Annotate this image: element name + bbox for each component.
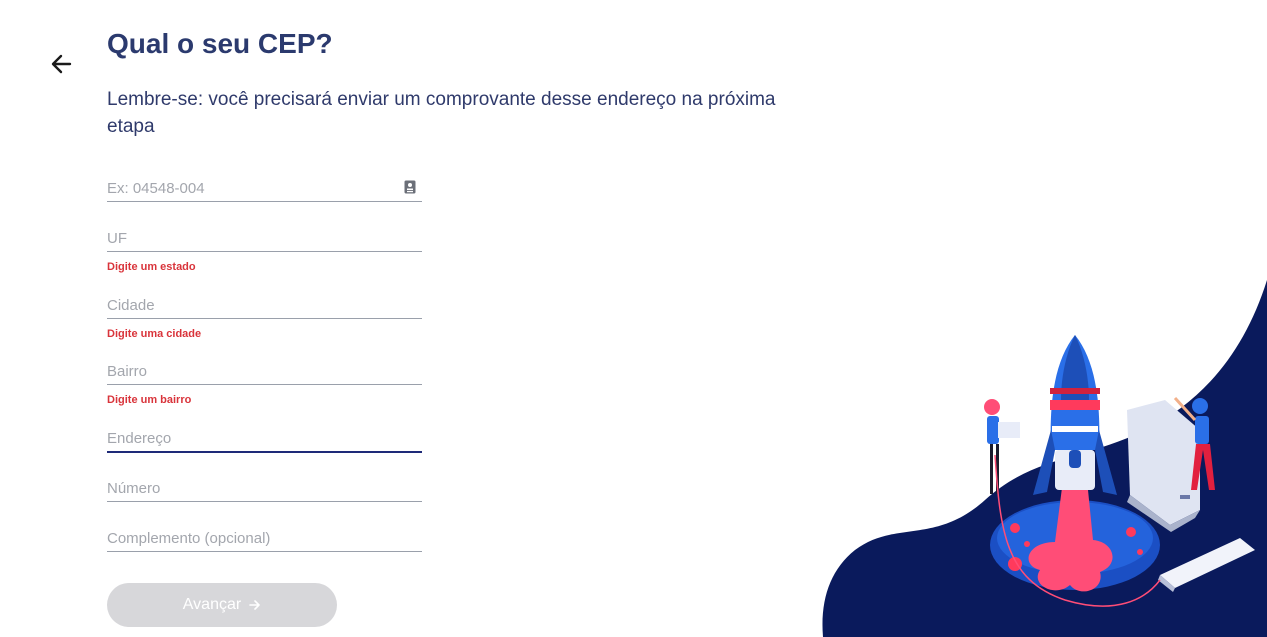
page-subtitle: Lembre-se: você precisará enviar um comp… bbox=[107, 89, 776, 137]
page-title: Qual o seu CEP? bbox=[107, 28, 333, 59]
endereco-field-group bbox=[107, 430, 422, 453]
uf-input[interactable] bbox=[107, 230, 422, 252]
uf-error-message: Digite um estado bbox=[107, 261, 196, 273]
cidade-field-group: Digite uma cidade bbox=[107, 297, 422, 340]
bairro-error-message: Digite um bairro bbox=[107, 394, 192, 406]
numero-input[interactable] bbox=[107, 480, 422, 502]
address-card-icon[interactable] bbox=[404, 180, 416, 199]
advance-button-label: Avançar bbox=[182, 596, 242, 613]
uf-field-group: Digite um estado bbox=[107, 230, 422, 273]
arrow-right-icon bbox=[249, 600, 261, 610]
complemento-field-group bbox=[107, 530, 422, 552]
cep-input[interactable] bbox=[107, 180, 422, 202]
bairro-input[interactable] bbox=[107, 363, 422, 385]
rocket-launch-illustration bbox=[822, 280, 1267, 637]
bairro-field-group: Digite um bairro bbox=[107, 363, 422, 406]
cep-field-group bbox=[107, 180, 422, 202]
cidade-error-message: Digite uma cidade bbox=[107, 328, 202, 340]
arrow-left-icon bbox=[51, 54, 72, 74]
cidade-input[interactable] bbox=[107, 297, 422, 319]
advance-button[interactable]: Avançar bbox=[107, 583, 337, 627]
rocket bbox=[1033, 335, 1117, 495]
endereco-input[interactable] bbox=[107, 430, 422, 453]
complemento-input[interactable] bbox=[107, 530, 422, 552]
back-button[interactable] bbox=[48, 50, 76, 78]
numero-field-group bbox=[107, 480, 422, 502]
